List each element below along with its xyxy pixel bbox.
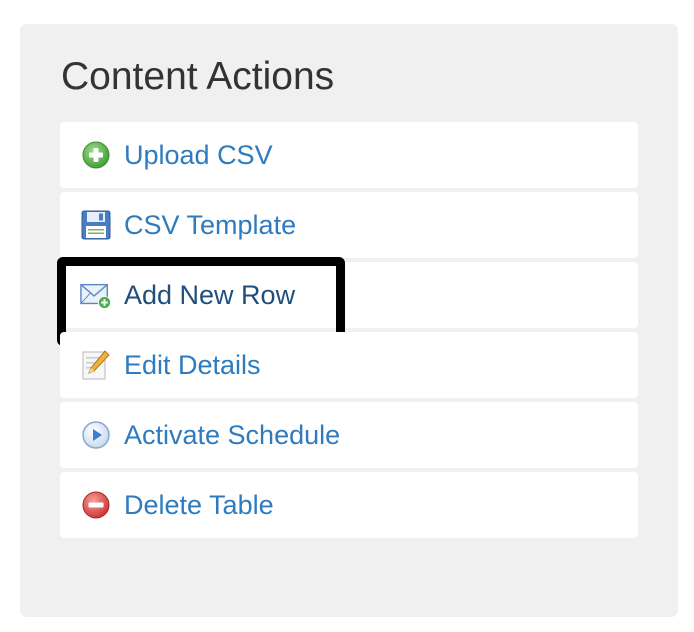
edit-details-link[interactable]: Edit Details — [60, 332, 638, 398]
csv-template-link[interactable]: CSV Template — [60, 192, 638, 258]
activate-schedule-link[interactable]: Activate Schedule — [60, 402, 638, 468]
content-actions-panel: Content Actions Upload CSV CSV Template … — [20, 24, 678, 617]
action-label: Edit Details — [124, 350, 261, 380]
envelope-add-icon — [80, 279, 112, 311]
action-label: Delete Table — [124, 490, 274, 520]
upload-csv-link[interactable]: Upload CSV — [60, 122, 638, 188]
add-new-row-link[interactable]: Add New Row — [57, 257, 638, 346]
action-label: Activate Schedule — [124, 420, 341, 450]
floppy-disk-icon — [80, 209, 112, 241]
action-label: Upload CSV — [124, 140, 273, 170]
action-label: CSV Template — [124, 210, 297, 240]
panel-title: Content Actions — [61, 55, 335, 98]
action-label: Add New Row — [124, 280, 296, 310]
delete-table-link[interactable]: Delete Table — [60, 472, 638, 538]
actions-list: Upload CSV CSV Template Add New Row Edit… — [57, 122, 638, 542]
minus-circle-icon — [80, 489, 112, 521]
plus-circle-icon — [80, 139, 112, 171]
pencil-icon — [80, 349, 112, 381]
play-circle-icon — [80, 419, 112, 451]
